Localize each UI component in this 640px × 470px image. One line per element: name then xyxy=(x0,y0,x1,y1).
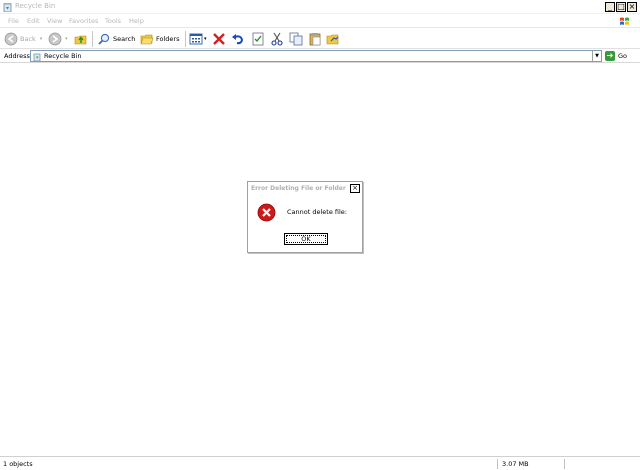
views-dropdown-icon[interactable]: ▾ xyxy=(204,36,207,42)
up-folder-button[interactable] xyxy=(74,31,88,47)
dialog-message: Cannot delete file: xyxy=(287,208,347,216)
folders-icon xyxy=(140,34,154,45)
cut-icon xyxy=(271,32,283,46)
back-button[interactable]: Back ▾ xyxy=(4,31,42,47)
windows-logo-icon xyxy=(620,17,629,25)
search-icon xyxy=(98,33,110,45)
folder-options-button[interactable] xyxy=(326,31,340,47)
delete-icon xyxy=(213,33,225,45)
back-icon xyxy=(4,32,18,46)
status-size: 3.07 MB xyxy=(502,460,529,468)
title-bar: Recycle Bin _ □ × xyxy=(0,0,640,14)
window-title: Recycle Bin xyxy=(15,2,56,10)
views-icon xyxy=(189,33,203,45)
copy-button[interactable] xyxy=(289,31,303,47)
go-label: Go xyxy=(618,52,628,60)
menu-file[interactable]: File xyxy=(8,17,19,25)
forward-dropdown-icon[interactable]: ▾ xyxy=(65,36,68,42)
go-arrow-icon: ➔ xyxy=(605,51,615,61)
up-folder-icon xyxy=(74,35,87,45)
views-button[interactable]: ▾ xyxy=(189,31,207,47)
menu-favorites[interactable]: Favorites xyxy=(69,17,98,25)
paste-button[interactable] xyxy=(308,31,322,47)
properties-button[interactable] xyxy=(251,31,265,47)
recycle-bin-icon xyxy=(3,3,12,12)
properties-icon xyxy=(252,32,264,46)
forward-button[interactable]: ▾ xyxy=(48,31,68,47)
forward-icon xyxy=(48,32,62,46)
toolbar-separator xyxy=(185,31,186,47)
copy-icon xyxy=(289,32,303,46)
ok-focus-ring xyxy=(286,235,326,243)
ok-button[interactable]: OK xyxy=(284,233,328,245)
error-dialog: Error Deleting File or Folder × Cannot d… xyxy=(247,181,363,253)
search-label: Search xyxy=(113,35,136,43)
error-icon xyxy=(257,203,276,222)
minimize-button[interactable]: _ xyxy=(605,2,615,12)
cut-button[interactable] xyxy=(270,31,284,47)
menu-help[interactable]: Help xyxy=(129,17,144,25)
menu-edit[interactable]: Edit xyxy=(27,17,40,25)
address-label: Address xyxy=(4,52,30,60)
dialog-title: Error Deleting File or Folder xyxy=(251,185,346,192)
delete-button[interactable] xyxy=(212,31,226,47)
go-button[interactable]: ➔ Go xyxy=(605,50,627,62)
toolbar-separator xyxy=(92,31,93,47)
menu-view[interactable]: View xyxy=(47,17,62,25)
folders-button[interactable]: Folders xyxy=(140,31,179,47)
close-button[interactable]: × xyxy=(627,2,637,12)
status-bar: 1 objects 3.07 MB xyxy=(0,456,640,470)
menu-bar: File Edit View Favorites Tools Help xyxy=(0,15,640,28)
folders-label: Folders xyxy=(156,35,180,43)
back-label: Back xyxy=(20,35,36,43)
address-value: Recycle Bin xyxy=(44,52,82,60)
undo-icon xyxy=(232,34,244,45)
status-separator xyxy=(564,459,565,469)
status-object-count: 1 objects xyxy=(3,460,33,468)
search-button[interactable]: Search xyxy=(97,31,135,47)
address-bar: Address Recycle Bin ▼ ➔ Go xyxy=(0,49,640,63)
menu-tools[interactable]: Tools xyxy=(105,17,121,25)
file-list-area[interactable] xyxy=(0,64,640,456)
folder-options-icon xyxy=(326,34,339,45)
toolbar: Back ▾ ▾ Search Folders ▾ xyxy=(0,29,640,49)
back-dropdown-icon[interactable]: ▾ xyxy=(40,36,43,42)
maximize-button[interactable]: □ xyxy=(616,2,626,12)
address-input[interactable]: Recycle Bin ▼ xyxy=(30,50,602,62)
undo-button[interactable] xyxy=(231,31,245,47)
recycle-bin-icon xyxy=(33,53,41,61)
address-dropdown-icon[interactable]: ▼ xyxy=(592,51,601,61)
status-separator xyxy=(497,459,498,469)
dialog-close-button[interactable]: × xyxy=(350,184,360,193)
paste-icon xyxy=(309,33,321,46)
